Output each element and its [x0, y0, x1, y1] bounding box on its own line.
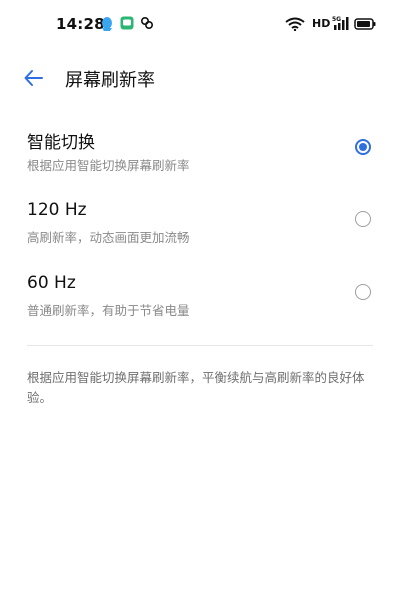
status-bar: 14:28 HD 5G — [0, 0, 400, 48]
network-label: HD — [312, 17, 331, 30]
option-120hz[interactable]: 120 Hz 高刷新率，动态画面更加流畅 — [0, 192, 400, 258]
option-60hz[interactable]: 60 Hz 普通刷新率，有助于节省电量 — [0, 265, 400, 331]
page-title: 屏幕刷新率 — [65, 70, 155, 91]
option-smart-switch[interactable]: 智能切换 根据应用智能切换屏幕刷新率 — [0, 120, 400, 186]
link-icon — [140, 16, 154, 30]
option-title: 智能切换 — [27, 133, 95, 153]
signal-icon: 5G — [332, 16, 349, 30]
wifi-icon — [285, 17, 305, 31]
radio-60hz[interactable] — [355, 284, 371, 300]
battery-icon — [354, 18, 376, 30]
chat-icon — [120, 16, 134, 30]
back-arrow-icon — [24, 70, 43, 86]
screen: 14:28 HD 5G 屏幕刷新率 智能切换 根据应用智能切换屏幕刷新率 120… — [0, 0, 400, 600]
network-type: 5G — [332, 16, 341, 23]
qq-icon — [102, 17, 112, 31]
option-subtitle: 普通刷新率，有助于节省电量 — [27, 303, 190, 318]
option-subtitle: 根据应用智能切换屏幕刷新率 — [27, 158, 190, 173]
option-subtitle: 高刷新率，动态画面更加流畅 — [27, 230, 190, 245]
back-button[interactable] — [18, 64, 48, 92]
radio-smart-switch[interactable] — [355, 139, 371, 155]
divider — [27, 345, 373, 346]
description-text: 根据应用智能切换屏幕刷新率，平衡续航与高刷新率的良好体验。 — [27, 370, 365, 405]
option-title: 120 Hz — [27, 200, 87, 220]
option-title: 60 Hz — [27, 273, 76, 293]
radio-120hz[interactable] — [355, 211, 371, 227]
status-time: 14:28 — [56, 15, 105, 33]
header: 屏幕刷新率 — [0, 56, 400, 100]
